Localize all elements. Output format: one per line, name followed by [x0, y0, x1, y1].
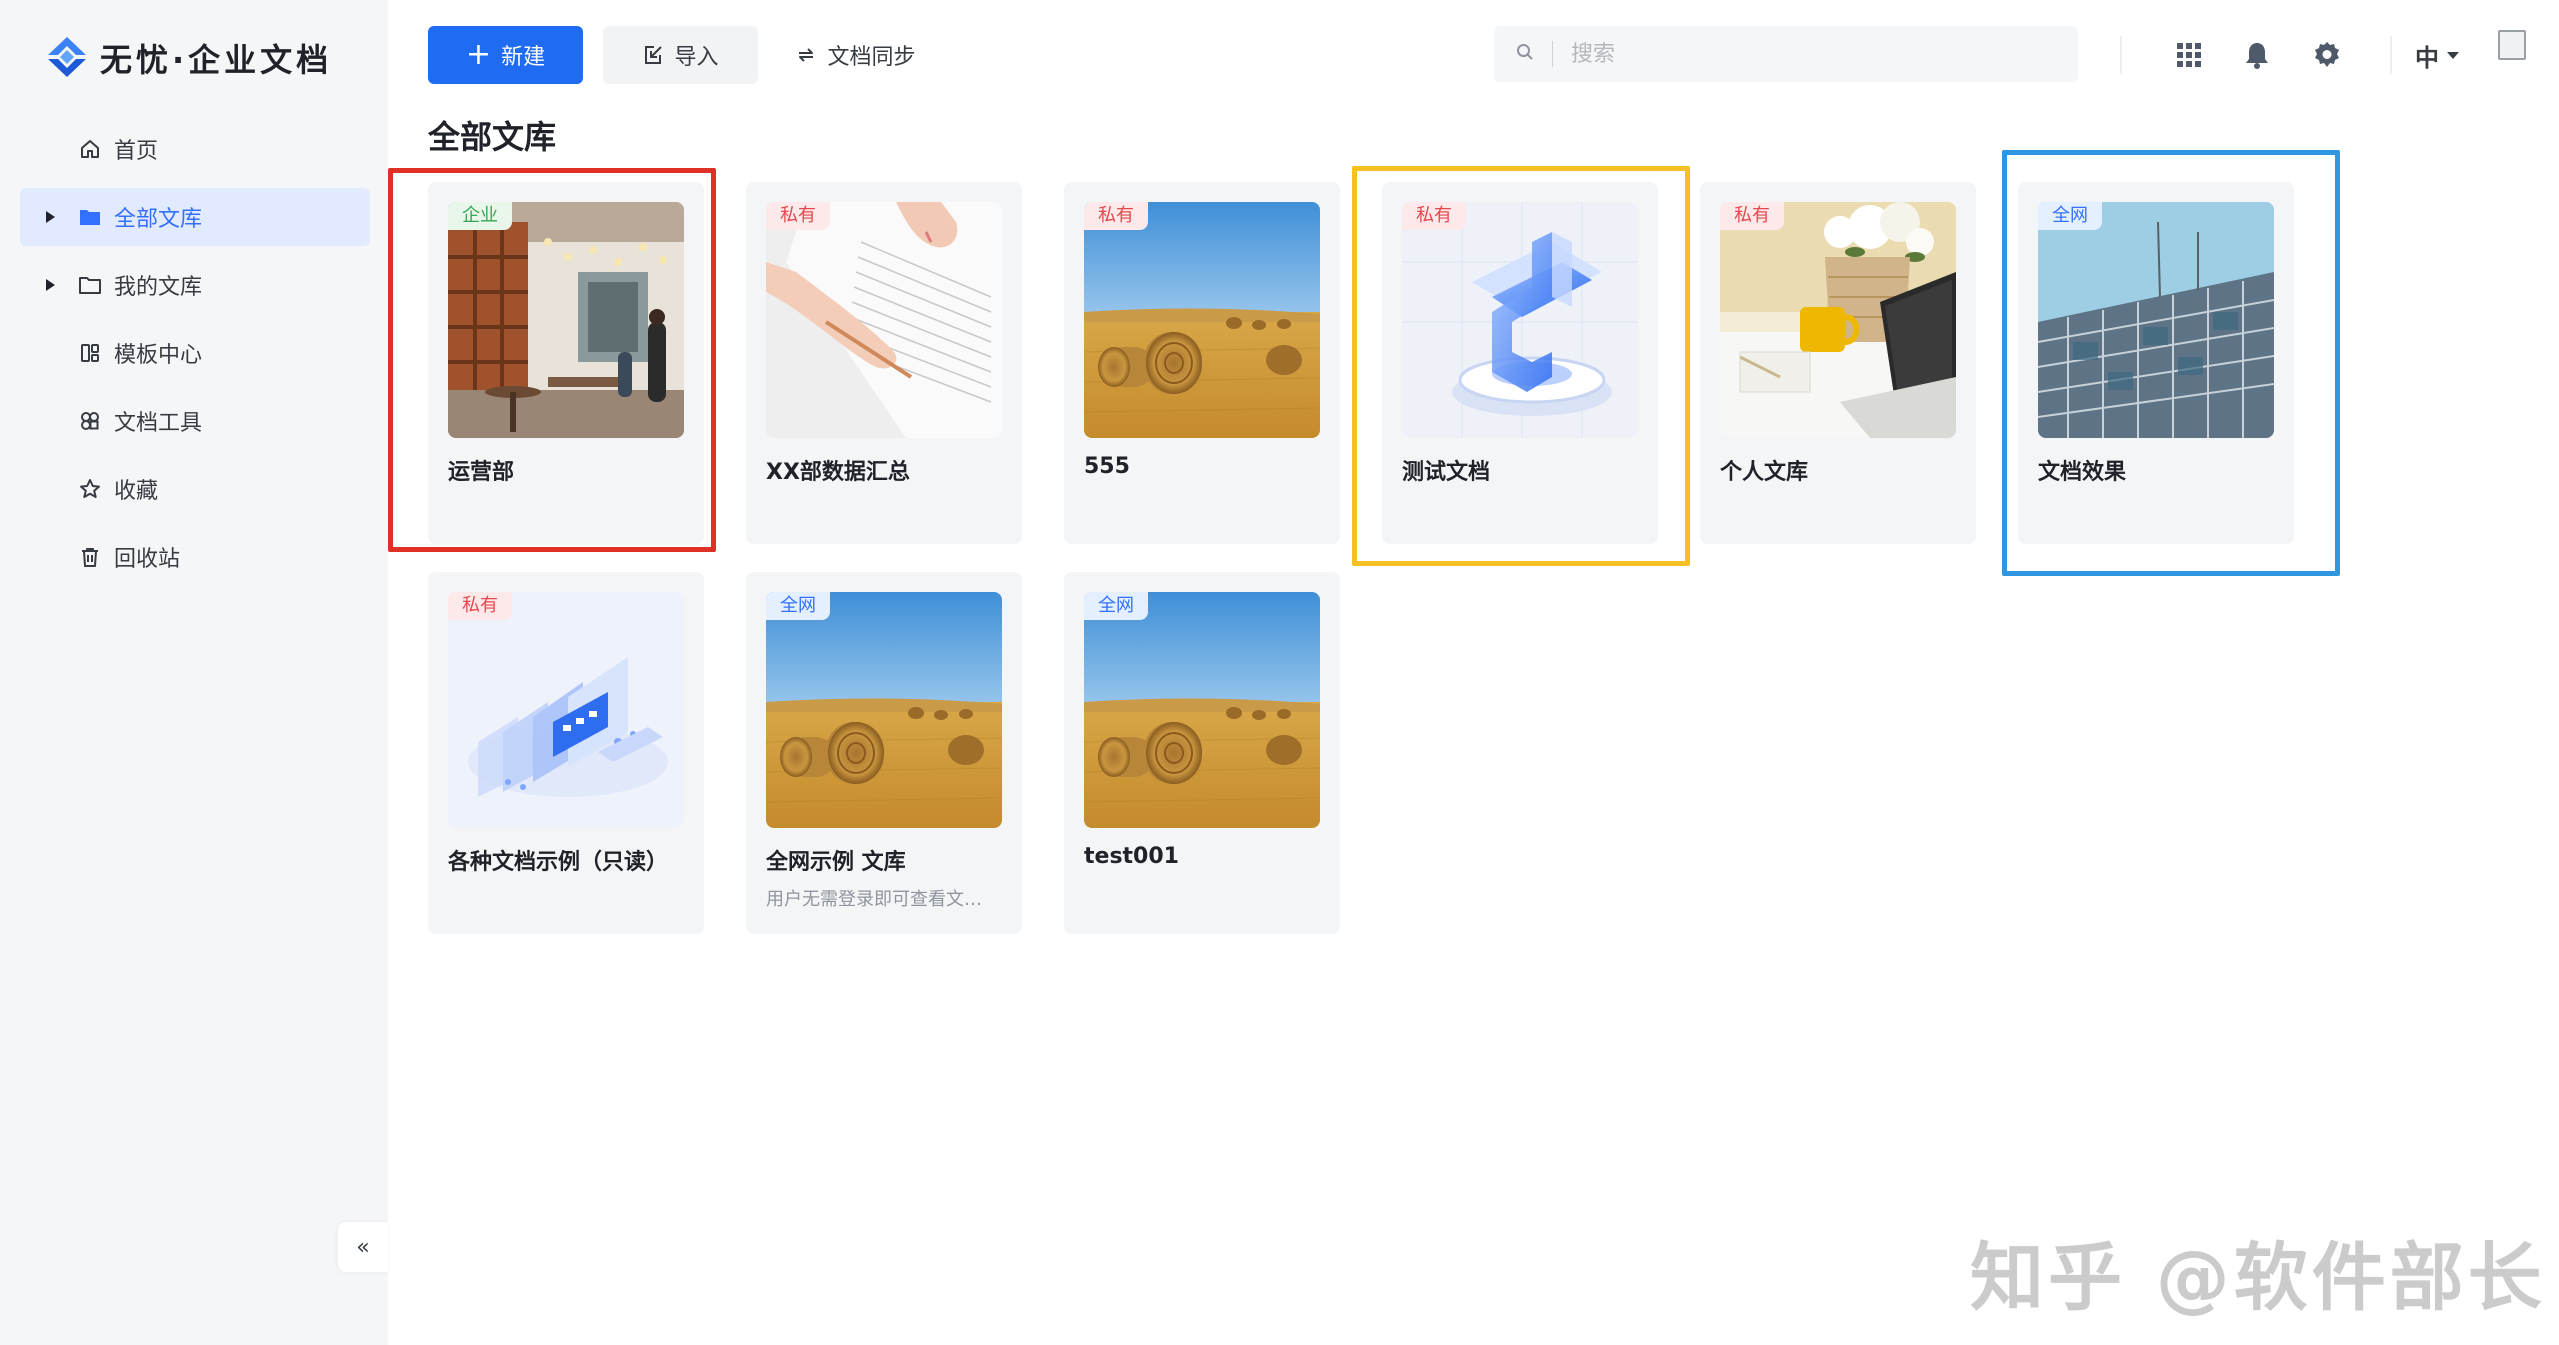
expand-caret-icon[interactable] — [46, 279, 55, 291]
sidebar-item-my-libraries[interactable]: 我的文库 — [20, 256, 370, 314]
library-card[interactable]: 全网 文档效果 — [2018, 182, 2294, 544]
library-cover-image: 私有 — [766, 202, 1002, 438]
visibility-badge: 私有 — [448, 592, 512, 620]
sidebar-item-tools[interactable]: 文档工具 — [20, 392, 370, 450]
folder-icon — [78, 273, 102, 297]
visibility-badge: 全网 — [1084, 592, 1148, 620]
import-button-label: 导入 — [674, 45, 719, 70]
new-button-label: 新建 — [501, 45, 546, 70]
visibility-badge: 企业 — [448, 202, 512, 230]
sidebar-item-home[interactable]: 首页 — [20, 120, 370, 178]
sidebar-item-label: 收藏 — [114, 479, 159, 504]
sidebar-item-label: 模板中心 — [114, 343, 203, 368]
import-button[interactable]: 导入 — [603, 26, 758, 84]
sidebar-item-label: 我的文库 — [114, 275, 203, 300]
sidebar-item-label: 回收站 — [114, 547, 181, 572]
trash-icon — [78, 545, 102, 569]
library-name: 个人文库 — [1720, 460, 1809, 485]
library-name: XX部数据汇总 — [766, 460, 910, 485]
library-cover-image: 私有 — [1402, 202, 1638, 438]
library-cover-image: 全网 — [2038, 202, 2274, 438]
bell-icon[interactable] — [2238, 36, 2276, 74]
language-label: 中 — [2415, 43, 2439, 72]
logo-icon — [42, 33, 92, 83]
folder-filled-icon — [78, 205, 102, 229]
library-cover-image: 企业 — [448, 202, 684, 438]
library-cover-image: 私有 — [1720, 202, 1956, 438]
sidebar-item-favorites[interactable]: 收藏 — [20, 460, 370, 518]
visibility-badge: 私有 — [1720, 202, 1784, 230]
library-card[interactable]: 私有 个人文库 — [1700, 182, 1976, 544]
caret-down-icon — [2447, 51, 2459, 59]
visibility-badge: 私有 — [1084, 202, 1148, 230]
library-cover-image: 私有 — [1084, 202, 1320, 438]
library-name: 555 — [1084, 454, 1130, 479]
sidebar-item-all-libraries[interactable]: 全部文库 — [20, 188, 370, 246]
sync-button-label: 文档同步 — [827, 45, 916, 70]
search-input[interactable] — [1571, 41, 2051, 67]
plus-icon: + — [465, 37, 492, 72]
library-cover-image: 私有 — [448, 592, 684, 828]
app-logo[interactable]: 无忧·企业文档 — [42, 30, 332, 86]
sidebar-nav: 首页 全部文库 我的文库 模板中心 文档工具 收藏 回收站 — [20, 120, 370, 596]
avatar[interactable] — [2498, 30, 2526, 60]
library-name: 各种文档示例（只读） — [448, 850, 669, 875]
library-card[interactable]: 私有 555 — [1064, 182, 1340, 544]
library-name: 运营部 — [448, 460, 515, 485]
new-button[interactable]: + 新建 — [428, 26, 583, 84]
logo-text: 无忧·企业文档 — [100, 41, 333, 79]
sidebar: 无忧·企业文档 首页 全部文库 我的文库 模板中心 文档工具 收藏 回收站 « — [0, 0, 388, 1345]
star-icon — [78, 477, 102, 501]
watermark-text: 知乎 @软件部长 — [1970, 1235, 2546, 1321]
library-card[interactable]: 私有 测试文档 — [1382, 182, 1658, 544]
library-card[interactable]: 私有 XX部数据汇总 — [746, 182, 1022, 544]
library-card[interactable]: 全网 全网示例 文库 用户无需登录即可查看文… — [746, 572, 1022, 934]
template-icon — [78, 341, 102, 365]
expand-caret-icon[interactable] — [46, 211, 55, 223]
apps-grid-icon[interactable] — [2170, 36, 2208, 74]
home-icon — [78, 137, 102, 161]
visibility-badge: 私有 — [1402, 202, 1466, 230]
search-divider — [1552, 41, 1553, 67]
sidebar-item-trash[interactable]: 回收站 — [20, 528, 370, 586]
sidebar-item-label: 首页 — [114, 139, 159, 164]
visibility-badge: 私有 — [766, 202, 830, 230]
language-selector[interactable]: 中 — [2415, 36, 2459, 74]
tools-icon — [78, 409, 102, 433]
library-cover-image: 全网 — [766, 592, 1002, 828]
library-name: 文档效果 — [2038, 460, 2127, 485]
library-card[interactable]: 企业 运营部 — [428, 182, 704, 544]
page-title: 全部文库 — [428, 118, 557, 156]
gear-icon[interactable] — [2308, 36, 2346, 74]
sync-icon — [795, 44, 817, 66]
toolbar-divider — [2390, 36, 2392, 74]
library-name: 全网示例 文库 — [766, 850, 906, 875]
library-description: 用户无需登录即可查看文… — [766, 889, 982, 910]
double-chevron-left-icon: « — [356, 1234, 370, 1260]
library-name: 测试文档 — [1402, 460, 1491, 485]
search-icon — [1516, 43, 1534, 65]
import-icon — [642, 44, 664, 66]
library-card[interactable]: 全网 test001 — [1064, 572, 1340, 934]
sync-button[interactable]: 文档同步 — [778, 26, 933, 84]
sidebar-item-label: 文档工具 — [114, 411, 203, 436]
search-bar — [1494, 26, 2078, 82]
library-cover-image: 全网 — [1084, 592, 1320, 828]
toolbar-divider — [2120, 36, 2122, 74]
visibility-badge: 全网 — [766, 592, 830, 620]
library-name: test001 — [1084, 844, 1179, 869]
sidebar-item-templates[interactable]: 模板中心 — [20, 324, 370, 382]
library-card[interactable]: 私有 各种文档示例（只读） — [428, 572, 704, 934]
visibility-badge: 全网 — [2038, 202, 2102, 230]
sidebar-collapse-button[interactable]: « — [338, 1222, 388, 1272]
sidebar-item-label: 全部文库 — [114, 207, 203, 232]
